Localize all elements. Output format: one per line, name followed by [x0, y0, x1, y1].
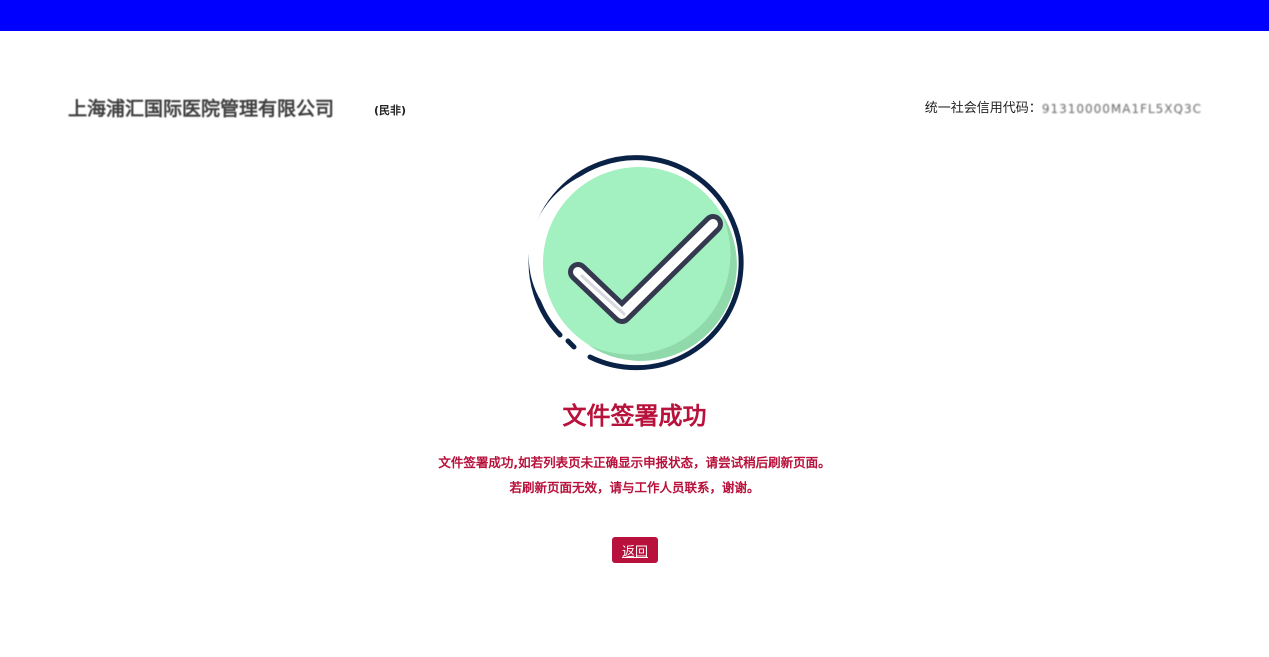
- result-message-line-2: 若刷新页面无效，请与工作人员联系，谢谢。: [509, 480, 760, 495]
- check-circle-icon: [528, 155, 744, 371]
- credit-code-block: 统一社会信用代码：91310000MA1FL5XQ3C: [925, 97, 1202, 116]
- credit-code-label: 统一社会信用代码：: [924, 101, 1042, 116]
- credit-code-value: 91310000MA1FL5XQ3C: [1041, 101, 1202, 116]
- result-message-line-1: 文件签署成功,如若列表页未正确显示申报状态，请尝试稍后刷新页面。: [438, 455, 831, 470]
- org-header: 上海浦汇国际医院管理有限公司 (民非) 统一社会信用代码：91310000MA1…: [68, 92, 1202, 122]
- org-type: (民非): [374, 104, 407, 117]
- org-name: 上海浦汇国际医院管理有限公司: [68, 98, 335, 120]
- result-title: 文件签署成功: [562, 402, 707, 430]
- top-bar: [0, 0, 1269, 31]
- ring-outline-dash: [565, 338, 577, 350]
- back-button[interactable]: 返回: [612, 537, 658, 563]
